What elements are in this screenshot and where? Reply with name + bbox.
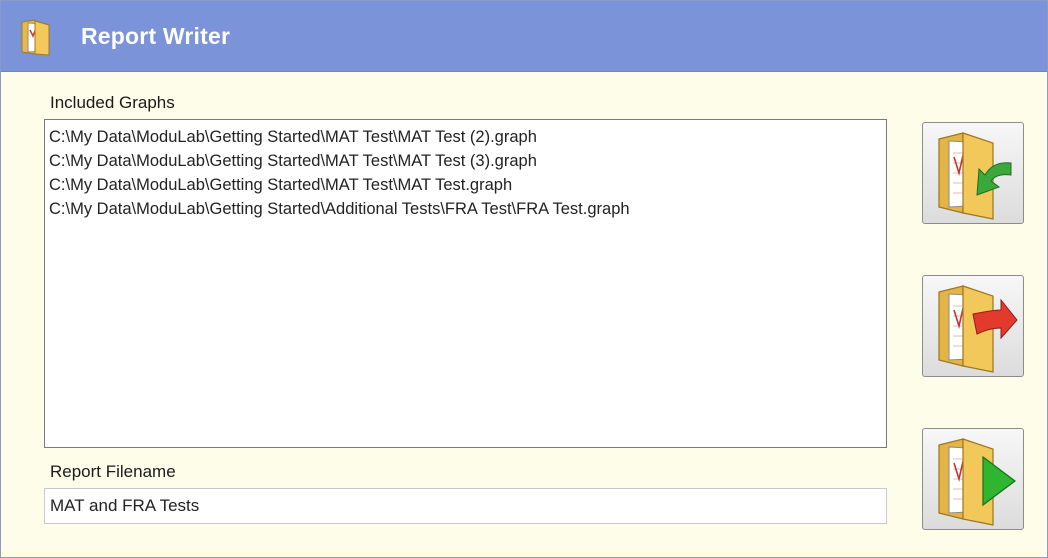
list-item[interactable]: C:\My Data\ModuLab\Getting Started\MAT T… [49,149,882,173]
title-bar: Report Writer [1,1,1047,72]
folder-report-icon [19,18,55,56]
report-filename-field[interactable] [44,488,887,524]
remove-graph-button[interactable] [922,275,1024,377]
included-graphs-list[interactable]: C:\My Data\ModuLab\Getting Started\MAT T… [44,119,887,448]
remove-graph-folder-icon [938,285,1018,373]
included-graphs-label: Included Graphs [50,93,175,112]
list-item[interactable]: C:\My Data\ModuLab\Getting Started\MAT T… [49,173,882,197]
report-filename-label: Report Filename [50,462,176,481]
run-report-button[interactable] [922,428,1024,530]
run-report-folder-icon [938,438,1016,526]
list-item[interactable]: C:\My Data\ModuLab\Getting Started\Addit… [49,197,882,221]
report-writer-window: Report Writer Included Graphs C:\My Data… [0,0,1048,558]
list-item[interactable]: C:\My Data\ModuLab\Getting Started\MAT T… [49,125,882,149]
add-graph-button[interactable] [922,122,1024,224]
window-title: Report Writer [81,23,231,49]
add-graph-folder-icon [938,132,1012,220]
